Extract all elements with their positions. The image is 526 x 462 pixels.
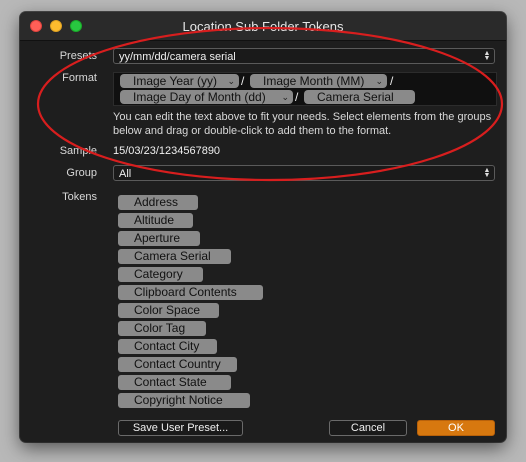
format-token-camera-serial[interactable]: Camera Serial xyxy=(304,90,415,104)
format-separator: / xyxy=(295,90,299,104)
format-token-label: Camera Serial xyxy=(317,90,394,104)
format-token-label: Image Month (MM) xyxy=(263,74,365,88)
chevron-down-icon[interactable]: ⌄ xyxy=(227,74,235,88)
group-select[interactable]: All ▲ ▼ xyxy=(113,165,495,181)
sample-value: 15/03/23/1234567890 xyxy=(113,145,221,157)
chevron-down-icon[interactable]: ⌄ xyxy=(281,90,289,104)
token-copyright-notice[interactable]: Copyright Notice xyxy=(118,393,250,408)
token-contact-city[interactable]: Contact City xyxy=(118,339,217,354)
format-separator: / xyxy=(241,74,245,88)
up-down-chevron-icon: ▲ ▼ xyxy=(483,167,491,179)
format-field[interactable]: Image Year (yy) ⌄ / Image Month (MM) ⌄ /… xyxy=(113,72,497,106)
token-contact-state[interactable]: Contact State xyxy=(118,375,231,390)
save-user-preset-button[interactable]: Save User Preset... xyxy=(118,420,243,436)
group-label: Group xyxy=(66,167,97,179)
sample-label: Sample xyxy=(59,145,97,157)
token-color-tag[interactable]: Color Tag xyxy=(118,321,206,336)
title-bar[interactable]: Location Sub Folder Tokens xyxy=(20,12,506,41)
group-value: All xyxy=(119,168,132,180)
presets-value: yy/mm/dd/camera serial xyxy=(119,51,236,63)
format-token-month[interactable]: Image Month (MM) ⌄ xyxy=(250,74,387,88)
dialog-window: Location Sub Folder Tokens Presets yy/mm… xyxy=(20,12,506,442)
token-altitude[interactable]: Altitude xyxy=(118,213,193,228)
tokens-label: Tokens xyxy=(62,191,97,203)
chevron-down-icon[interactable]: ⌄ xyxy=(375,74,383,88)
help-text: You can edit the text above to fit your … xyxy=(113,111,492,137)
token-aperture[interactable]: Aperture xyxy=(118,231,200,246)
window-title: Location Sub Folder Tokens xyxy=(182,19,344,34)
token-camera-serial[interactable]: Camera Serial xyxy=(118,249,231,264)
up-down-chevron-icon: ▲ ▼ xyxy=(483,50,491,62)
format-token-day[interactable]: Image Day of Month (dd) ⌄ xyxy=(120,90,293,104)
cancel-button[interactable]: Cancel xyxy=(329,420,407,436)
presets-select[interactable]: yy/mm/dd/camera serial ▲ ▼ xyxy=(113,48,495,64)
format-token-label: Image Year (yy) xyxy=(133,74,218,88)
format-label: Format xyxy=(62,72,97,84)
token-address[interactable]: Address xyxy=(118,195,198,210)
format-separator: / xyxy=(390,74,394,88)
presets-label: Presets xyxy=(59,50,97,62)
token-color-space[interactable]: Color Space xyxy=(118,303,219,318)
format-token-label: Image Day of Month (dd) xyxy=(133,90,266,104)
format-token-year[interactable]: Image Year (yy) ⌄ xyxy=(120,74,239,88)
token-clipboard-contents[interactable]: Clipboard Contents xyxy=(118,285,263,300)
token-contact-country[interactable]: Contact Country xyxy=(118,357,237,372)
ok-button[interactable]: OK xyxy=(417,420,495,436)
token-category[interactable]: Category xyxy=(118,267,203,282)
